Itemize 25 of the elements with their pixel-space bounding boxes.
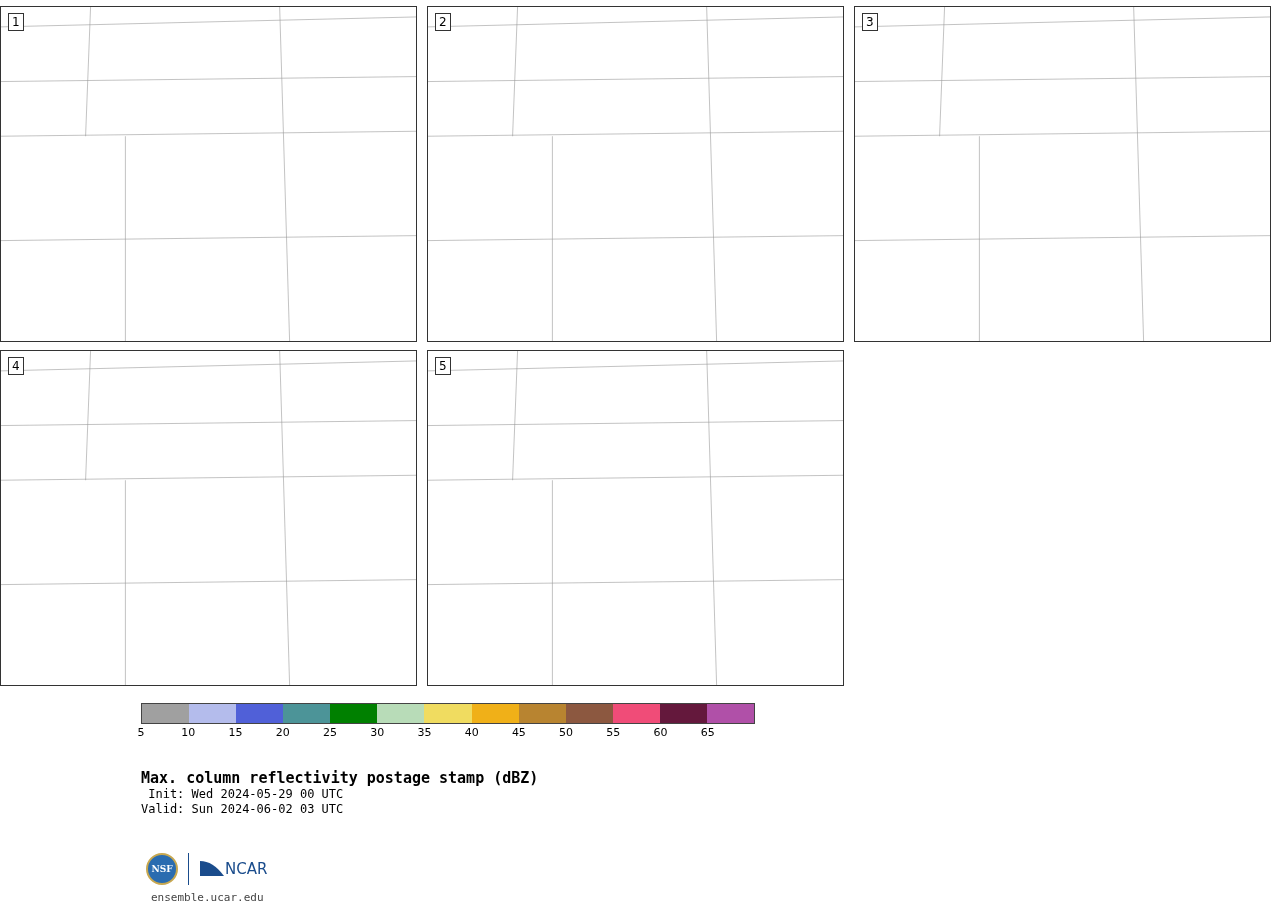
panel-number: 1: [8, 13, 24, 31]
tick-label: 35: [417, 726, 432, 739]
tick-label: 45: [511, 726, 526, 739]
panel-number: 3: [862, 13, 878, 31]
tick-label: 60: [653, 726, 668, 739]
ncar-logo: NCAR: [225, 860, 268, 878]
tick-label: 25: [322, 726, 337, 739]
tick-label: 10: [181, 726, 196, 739]
chart-title: Max. column reflectivity postage stamp (dBZ): [141, 769, 540, 787]
ncar-logo-icon: [199, 859, 225, 879]
tick-label: 40: [464, 726, 479, 739]
tick-label: 30: [370, 726, 385, 739]
init-time: Init: Wed 2024-05-29 00 UTC: [147, 787, 345, 802]
tick-label: 5: [137, 726, 145, 739]
panel-number: 2: [435, 13, 451, 31]
tick-label: 65: [700, 726, 715, 739]
panel-number: 5: [435, 357, 451, 375]
tick-label: 50: [559, 726, 574, 739]
site-link[interactable]: ensemble.ucar.edu: [151, 891, 1280, 901]
tick-label: 15: [228, 726, 243, 739]
nsf-logo: NSF: [146, 853, 178, 885]
tick-label: 55: [606, 726, 621, 739]
panel-number: 4: [8, 357, 24, 375]
tick-label: 20: [275, 726, 290, 739]
valid-time: Valid: Sun 2024-06-02 03 UTC: [141, 802, 345, 817]
